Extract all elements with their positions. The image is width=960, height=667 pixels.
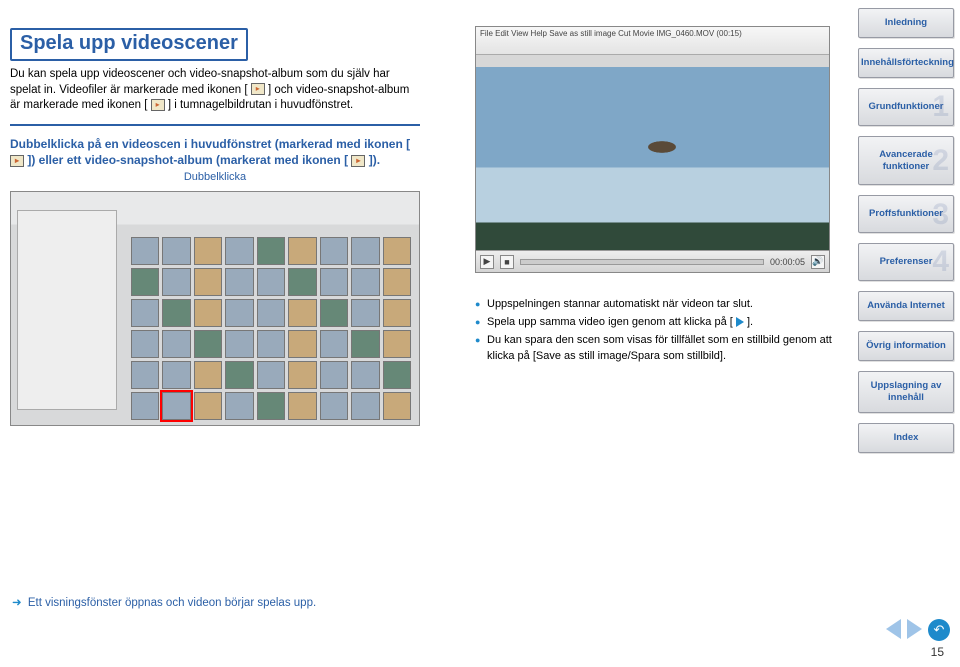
sidebar-nav: Inledning Innehållsförteckning Grundfunk… xyxy=(858,8,954,453)
list-item: Du kan spara den scen som visas för till… xyxy=(475,333,842,365)
instruction-text-b: ]) eller ett video-snapshot-album (marke… xyxy=(27,153,348,167)
sidebar-item-inledning[interactable]: Inledning xyxy=(858,8,954,38)
arrow-right-icon: ➜ xyxy=(12,597,22,609)
back-button[interactable]: ↶ xyxy=(928,619,950,641)
result-text: Ett visningsfönster öppnas och videon bö… xyxy=(28,597,316,609)
page-nav-footer: ↶ xyxy=(886,619,950,641)
sidebar-item-label: Använda Internet xyxy=(867,300,945,311)
list-item: Spela upp samma video igen genom att kli… xyxy=(475,315,842,331)
selected-thumbnail xyxy=(162,392,190,420)
video-file-icon: ▸ xyxy=(251,83,265,95)
bullet2-b: ]. xyxy=(747,316,753,328)
video-snapshot-icon: ▸ xyxy=(351,155,365,167)
eagle-graphic xyxy=(638,137,686,157)
next-page-button[interactable] xyxy=(907,619,922,639)
instruction-text-c: ]). xyxy=(369,153,380,167)
sidebar-item-avancerade[interactable]: Avancerade funktioner 2 xyxy=(858,136,954,186)
video-file-icon: ▸ xyxy=(10,155,24,167)
timecode-label: 00:00:05 xyxy=(770,257,805,267)
browser-window-screenshot xyxy=(10,191,420,426)
sidebar-item-label: Preferenser xyxy=(880,256,933,267)
list-item: Uppspelningen stannar automatiskt när vi… xyxy=(475,297,842,313)
page-title: Spela upp videoscener xyxy=(10,28,248,61)
folder-tree-pane xyxy=(17,210,117,410)
chapter-number: 3 xyxy=(932,198,949,230)
page-number: 15 xyxy=(931,645,944,659)
progress-bar[interactable] xyxy=(520,259,764,265)
notes-list: Uppspelningen stannar automatiskt när vi… xyxy=(475,297,842,367)
instruction-caption: Dubbelklicka xyxy=(10,170,420,185)
video-player-image xyxy=(476,67,829,250)
sidebar-item-proffs[interactable]: Proffsfunktioner 3 xyxy=(858,195,954,233)
intro-paragraph: Du kan spela upp videoscener och video-s… xyxy=(10,67,420,114)
video-snapshot-icon: ▸ xyxy=(151,99,165,111)
play-icon xyxy=(736,317,744,327)
sidebar-item-label: Innehållsförteckning xyxy=(861,57,954,68)
sidebar-item-internet[interactable]: Använda Internet xyxy=(858,291,954,321)
sidebar-item-ovrig[interactable]: Övrig information xyxy=(858,331,954,361)
video-player-window: File Edit View Help Save as still image … xyxy=(475,26,830,273)
section-divider xyxy=(10,124,420,126)
chapter-number: 2 xyxy=(932,139,949,183)
sidebar-item-preferenser[interactable]: Preferenser 4 xyxy=(858,243,954,281)
sidebar-item-label: Inledning xyxy=(885,17,927,28)
sidebar-item-grundfunktioner[interactable]: Grundfunktioner 1 xyxy=(858,88,954,126)
bullet2-a: Spela upp samma video igen genom att kli… xyxy=(487,316,733,328)
intro-text-3: ] i tumnagelbildrutan i huvudfönstret. xyxy=(168,99,353,111)
result-line: ➜ Ett visningsfönster öppnas och videon … xyxy=(12,595,316,609)
chapter-number: 1 xyxy=(932,91,949,123)
sidebar-item-innehall[interactable]: Innehållsförteckning xyxy=(858,48,954,78)
video-player-controls: ▶ ■ 00:00:05 🔊 xyxy=(476,250,829,272)
sidebar-item-label: Uppslagning av innehåll xyxy=(871,380,942,403)
sidebar-item-label: Övrig information xyxy=(866,340,946,351)
play-button[interactable]: ▶ xyxy=(480,255,494,269)
sidebar-item-index[interactable]: Index xyxy=(858,423,954,453)
instruction-step: Dubbelklicka på en videoscen i huvudföns… xyxy=(10,136,420,185)
prev-page-button[interactable] xyxy=(886,619,901,639)
thumbnail-grid xyxy=(131,237,411,417)
sidebar-item-label: Index xyxy=(894,432,919,443)
video-player-menubar: File Edit View Help Save as still image … xyxy=(476,27,829,55)
chapter-number: 4 xyxy=(932,246,949,278)
sidebar-item-label: Avancerade funktioner xyxy=(879,149,933,172)
volume-button[interactable]: 🔊 xyxy=(811,255,825,269)
instruction-text-a: Dubbelklicka på en videoscen i huvudföns… xyxy=(10,137,410,151)
stop-button[interactable]: ■ xyxy=(500,255,514,269)
sidebar-item-uppslagning[interactable]: Uppslagning av innehåll xyxy=(858,371,954,413)
